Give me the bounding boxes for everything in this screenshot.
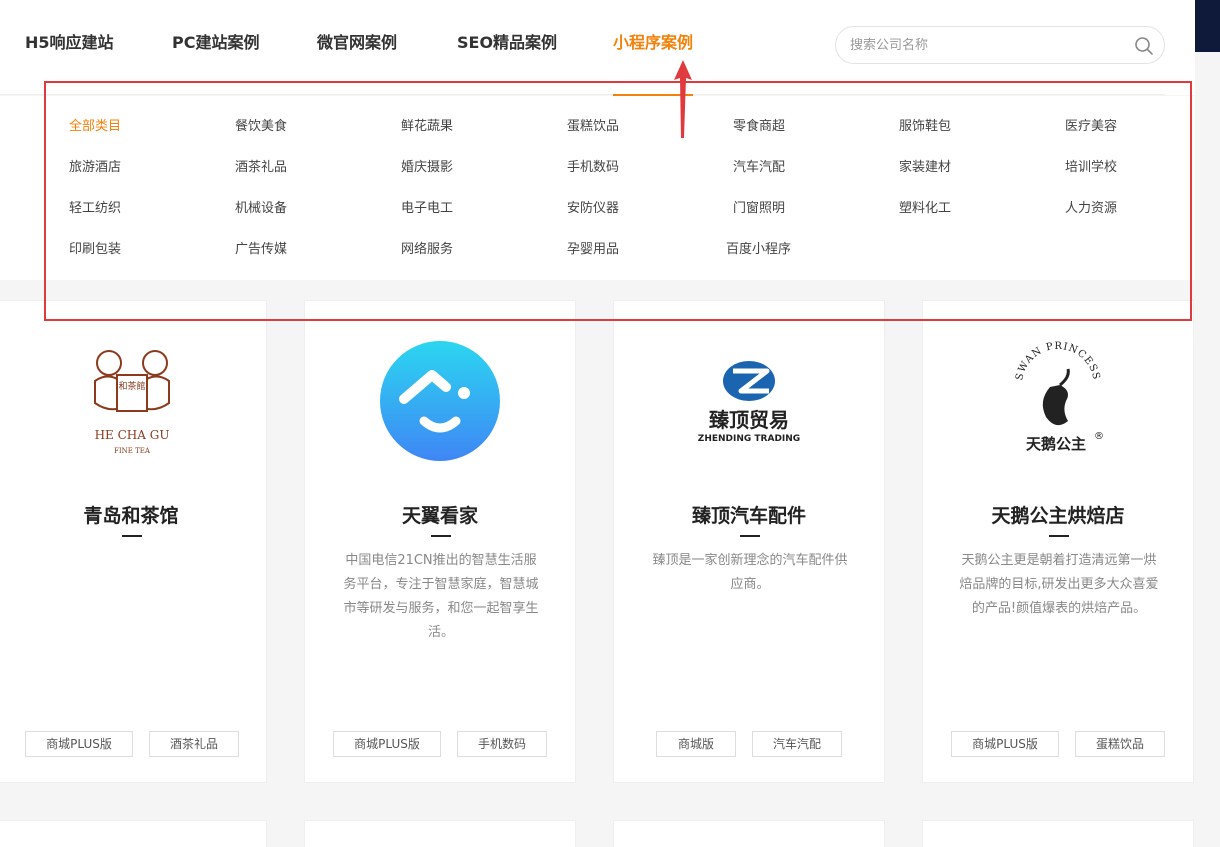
svg-text:和茶館: 和茶館 [118,380,145,392]
case-title: 天鹅公主烘焙店 [991,505,1125,527]
nav-mini-program-cases[interactable]: 小程序案例 [613,30,693,56]
title-divider [740,535,760,537]
case-description: 天鹅公主更是朝着打造清远第一烘焙品牌的目标,研发出更多大众喜爱的产品!颜值爆表的… [959,553,1159,616]
category-item[interactable]: 服饰鞋包 [899,118,951,136]
category-tag[interactable]: 蛋糕饮品 [1075,731,1165,757]
title-divider [1049,535,1069,537]
swan-princess-logo: SWAN PRINCESS 天鹅公主 ® [1014,341,1104,453]
header-edge [1165,0,1195,95]
case-title: 青岛和茶馆 [83,505,179,527]
nav-pc-cases[interactable]: PC建站案例 [172,30,259,56]
category-item[interactable]: 全部类目 [69,118,121,136]
svg-text:FINE TEA: FINE TEA [114,447,151,455]
category-item[interactable]: 婚庆摄影 [401,159,453,177]
svg-text:HE CHA GU: HE CHA GU [95,428,170,442]
svg-text:®: ® [1094,431,1104,442]
case-card[interactable] [922,820,1194,847]
svg-text:SWAN PRINCESS: SWAN PRINCESS [1014,341,1101,381]
nav-micro-site-cases[interactable]: 微官网案例 [317,30,397,56]
case-title: 臻顶汽车配件 [691,505,806,527]
category-item[interactable]: 安防仪器 [567,200,619,218]
case-title: 天翼看家 [401,505,478,527]
category-item[interactable]: 孕婴用品 [567,241,619,259]
edition-tag[interactable]: 商城PLUS版 [951,731,1059,757]
category-item[interactable]: 酒茶礼品 [235,159,287,177]
category-item[interactable]: 零食商超 [733,118,785,136]
case-card[interactable]: SWAN PRINCESS 天鹅公主 ® 天鹅公主烘焙店 天鹅公主更是朝着打造清… [922,300,1194,783]
search-icon[interactable] [1134,36,1154,56]
category-item[interactable]: 印刷包装 [69,241,121,259]
case-description: 中国电信21CN推出的智慧生活服务平台，专注于智慧家庭，智慧城市等研发与服务，和… [343,553,539,640]
case-card[interactable] [0,820,267,847]
nav-h5-responsive[interactable]: H5响应建站 [25,30,114,56]
category-item[interactable]: 汽车汽配 [733,159,785,177]
side-panel-edge [1195,0,1220,52]
category-dropdown: 全部类目 餐饮美食 鲜花蔬果 蛋糕饮品 零食商超 服饰鞋包 医疗美容 旅游酒店 … [0,96,1195,280]
category-item[interactable]: 餐饮美食 [235,118,287,136]
category-item[interactable]: 机械设备 [235,200,287,218]
top-nav-bar: H5响应建站 PC建站案例 微官网案例 SEO精品案例 小程序案例 [0,0,1195,95]
category-item[interactable]: 轻工纺织 [69,200,121,218]
category-item[interactable]: 百度小程序 [726,241,791,259]
category-item[interactable]: 门窗照明 [733,200,785,218]
search-input[interactable] [850,35,1120,55]
category-tag[interactable]: 手机数码 [457,731,547,757]
category-tag[interactable]: 汽车汽配 [752,731,842,757]
edition-tag[interactable]: 商城PLUS版 [25,731,133,757]
category-item[interactable]: 手机数码 [567,159,619,177]
svg-text:ZHENDING TRADING: ZHENDING TRADING [698,434,800,444]
category-tag[interactable]: 酒茶礼品 [149,731,239,757]
category-item[interactable]: 人力资源 [1065,200,1117,218]
edition-tag[interactable]: 商城版 [656,731,736,757]
case-card[interactable]: 臻顶贸易 ZHENDING TRADING 臻顶汽车配件 臻顶是一家创新理念的汽… [613,300,885,783]
category-item[interactable]: 鲜花蔬果 [401,118,453,136]
category-item[interactable]: 家装建材 [899,159,951,177]
category-item[interactable]: 蛋糕饮品 [567,118,619,136]
svg-text:臻顶贸易: 臻顶贸易 [709,408,789,432]
category-item[interactable]: 培训学校 [1065,159,1117,177]
category-item[interactable]: 广告传媒 [235,241,287,259]
nav-seo-cases[interactable]: SEO精品案例 [457,30,557,56]
category-item[interactable]: 医疗美容 [1065,118,1117,136]
edition-tag[interactable]: 商城PLUS版 [333,731,441,757]
svg-text:天鹅公主: 天鹅公主 [1026,435,1086,453]
tianyi-kanjia-logo [380,341,500,461]
category-item[interactable]: 电子电工 [401,200,453,218]
case-card[interactable]: 和茶館 HE CHA GU FINE TEA 青岛和茶馆 商城PLUS版 酒茶礼… [0,300,267,783]
case-card[interactable]: 天翼看家 中国电信21CN推出的智慧生活服务平台，专注于智慧家庭，智慧城市等研发… [304,300,576,783]
he-cha-guan-logo: 和茶館 HE CHA GU FINE TEA [94,350,170,455]
zhending-trading-logo: 臻顶贸易 ZHENDING TRADING [698,361,800,444]
title-divider [431,535,451,537]
case-description: 臻顶是一家创新理念的汽车配件供应商。 [652,553,848,592]
category-item[interactable]: 旅游酒店 [69,159,121,177]
category-item[interactable]: 网络服务 [401,241,453,259]
category-item[interactable]: 塑料化工 [899,200,951,218]
search-box [835,26,1165,64]
case-card[interactable] [304,820,576,847]
case-card[interactable] [613,820,885,847]
title-divider [122,535,142,537]
